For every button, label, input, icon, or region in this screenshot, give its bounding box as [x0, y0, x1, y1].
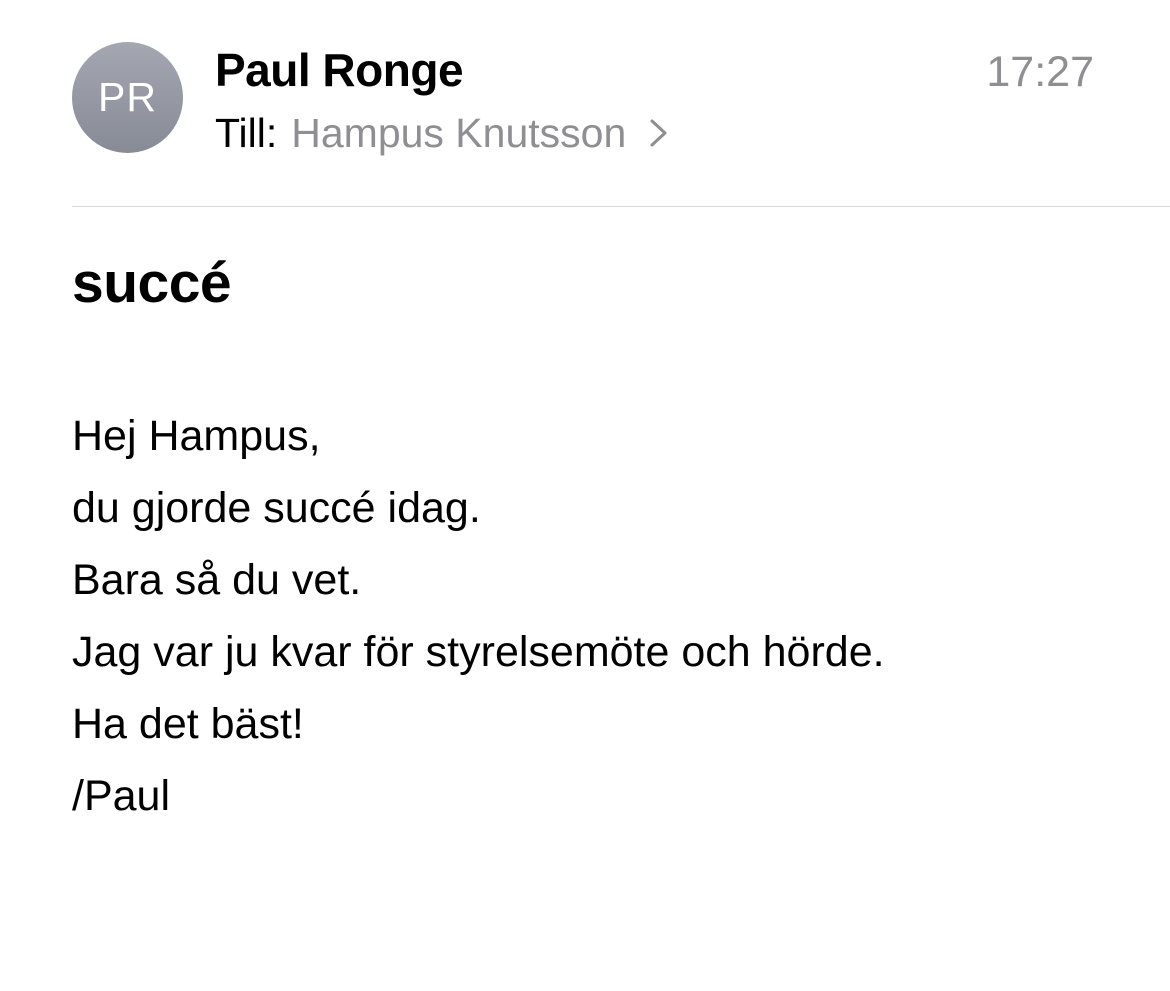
message-body: Hej Hampus, du gjorde succé idag. Bara s… [72, 400, 1132, 832]
message-time: 17:27 [986, 48, 1094, 96]
recipient-row[interactable]: Till: Hampus Knutsson [215, 108, 670, 158]
body-line: Ha det bäst! [72, 700, 304, 748]
avatar[interactable]: PR [72, 42, 183, 153]
header-divider [72, 206, 1170, 207]
sender-name[interactable]: Paul Ronge [215, 42, 464, 98]
chevron-right-icon[interactable] [648, 118, 670, 148]
body-signature: /Paul [72, 772, 171, 820]
message-header: PR Paul Ronge 17:27 Till: Hampus Knutsso… [0, 0, 1170, 207]
body-line: du gjorde succé idag. [72, 484, 481, 532]
body-line: Hej Hampus, [72, 412, 321, 460]
body-line: Jag var ju kvar för styrelsemöte och hör… [72, 628, 885, 676]
recipient-name[interactable]: Hampus Knutsson [291, 110, 626, 157]
body-line: Bara så du vet. [72, 556, 362, 604]
message-subject: succé [72, 251, 232, 315]
avatar-initials: PR [98, 74, 157, 120]
to-label: Till: [215, 109, 278, 156]
